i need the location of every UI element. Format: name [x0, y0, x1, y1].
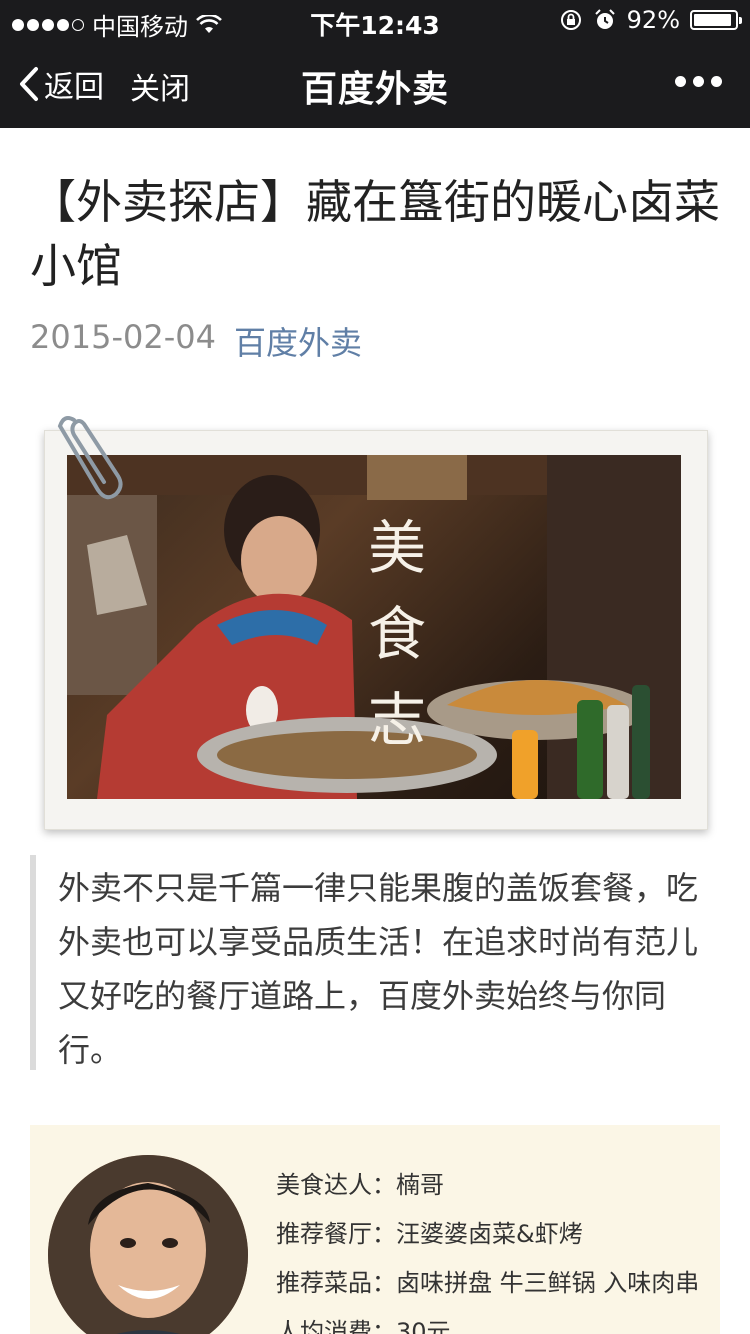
article-photo-card: 美食志 — [44, 430, 708, 830]
detail-row: 人均消费：30元 — [276, 1308, 699, 1334]
publish-date: 2015-02-04 — [30, 318, 216, 356]
recommendation-card: 美食达人：楠哥 推荐餐厅：汪婆婆卤菜&虾烤 推荐菜品：卤味拼盘 牛三鲜锅 入味肉串人… — [30, 1125, 720, 1334]
detail-label: 美食达人： — [276, 1171, 396, 1199]
avatar — [48, 1155, 248, 1334]
detail-label: 推荐菜品： — [276, 1269, 396, 1297]
article-title: 【外卖探店】藏在簋街的暖心卤菜小馆 — [30, 175, 720, 293]
detail-label: 人均消费： — [276, 1318, 396, 1334]
quote-text: 外卖不只是千篇一律只能果腹的盖饭套餐，吃外卖也可以享受品质生活！在追求时尚有范儿… — [58, 869, 699, 1069]
more-options-icon[interactable] — [675, 76, 722, 87]
paperclip-icon — [57, 416, 123, 500]
article-photo: 美食志 — [67, 455, 681, 799]
photo-caption: 美食志 — [367, 514, 426, 754]
avatar-illustration — [48, 1155, 248, 1334]
battery-icon — [690, 10, 742, 30]
detail-label: 推荐餐厅： — [276, 1220, 396, 1248]
nav-title: 百度外卖 — [300, 69, 449, 110]
battery-percent: 92% — [626, 6, 680, 34]
article-quote: 外卖不只是千篇一律只能果腹的盖饭套餐，吃外卖也可以享受品质生活！在追求时尚有范儿… — [30, 855, 720, 1070]
battery-fill — [694, 14, 731, 26]
detail-value: 楠哥 — [396, 1171, 444, 1199]
nav-bar: 返回 关闭 百度外卖 — [0, 40, 750, 128]
detail-row: 推荐菜品：卤味拼盘 牛三鲜锅 入味肉串 — [276, 1259, 699, 1308]
detail-row: 美食达人：楠哥 — [276, 1161, 699, 1210]
detail-row: 推荐餐厅：汪婆婆卤菜&虾烤 — [276, 1210, 699, 1259]
rotation-lock-icon — [560, 10, 581, 30]
status-bar: 中国移动 下午12:43 92% — [0, 0, 750, 41]
detail-value: 卤味拼盘 牛三鲜锅 入味肉串 — [396, 1269, 700, 1297]
account-link[interactable]: 百度外卖 — [234, 318, 362, 364]
detail-value: 30元 — [396, 1318, 451, 1334]
alarm-icon — [594, 9, 615, 29]
status-right: 92% — [559, 6, 742, 34]
detail-value: 汪婆婆卤菜&虾烤 — [396, 1220, 583, 1248]
recommendation-details: 美食达人：楠哥 推荐餐厅：汪婆婆卤菜&虾烤 推荐菜品：卤味拼盘 牛三鲜锅 入味肉串人… — [276, 1161, 699, 1334]
article-meta: 2015-02-04 百度外卖 — [30, 318, 362, 364]
